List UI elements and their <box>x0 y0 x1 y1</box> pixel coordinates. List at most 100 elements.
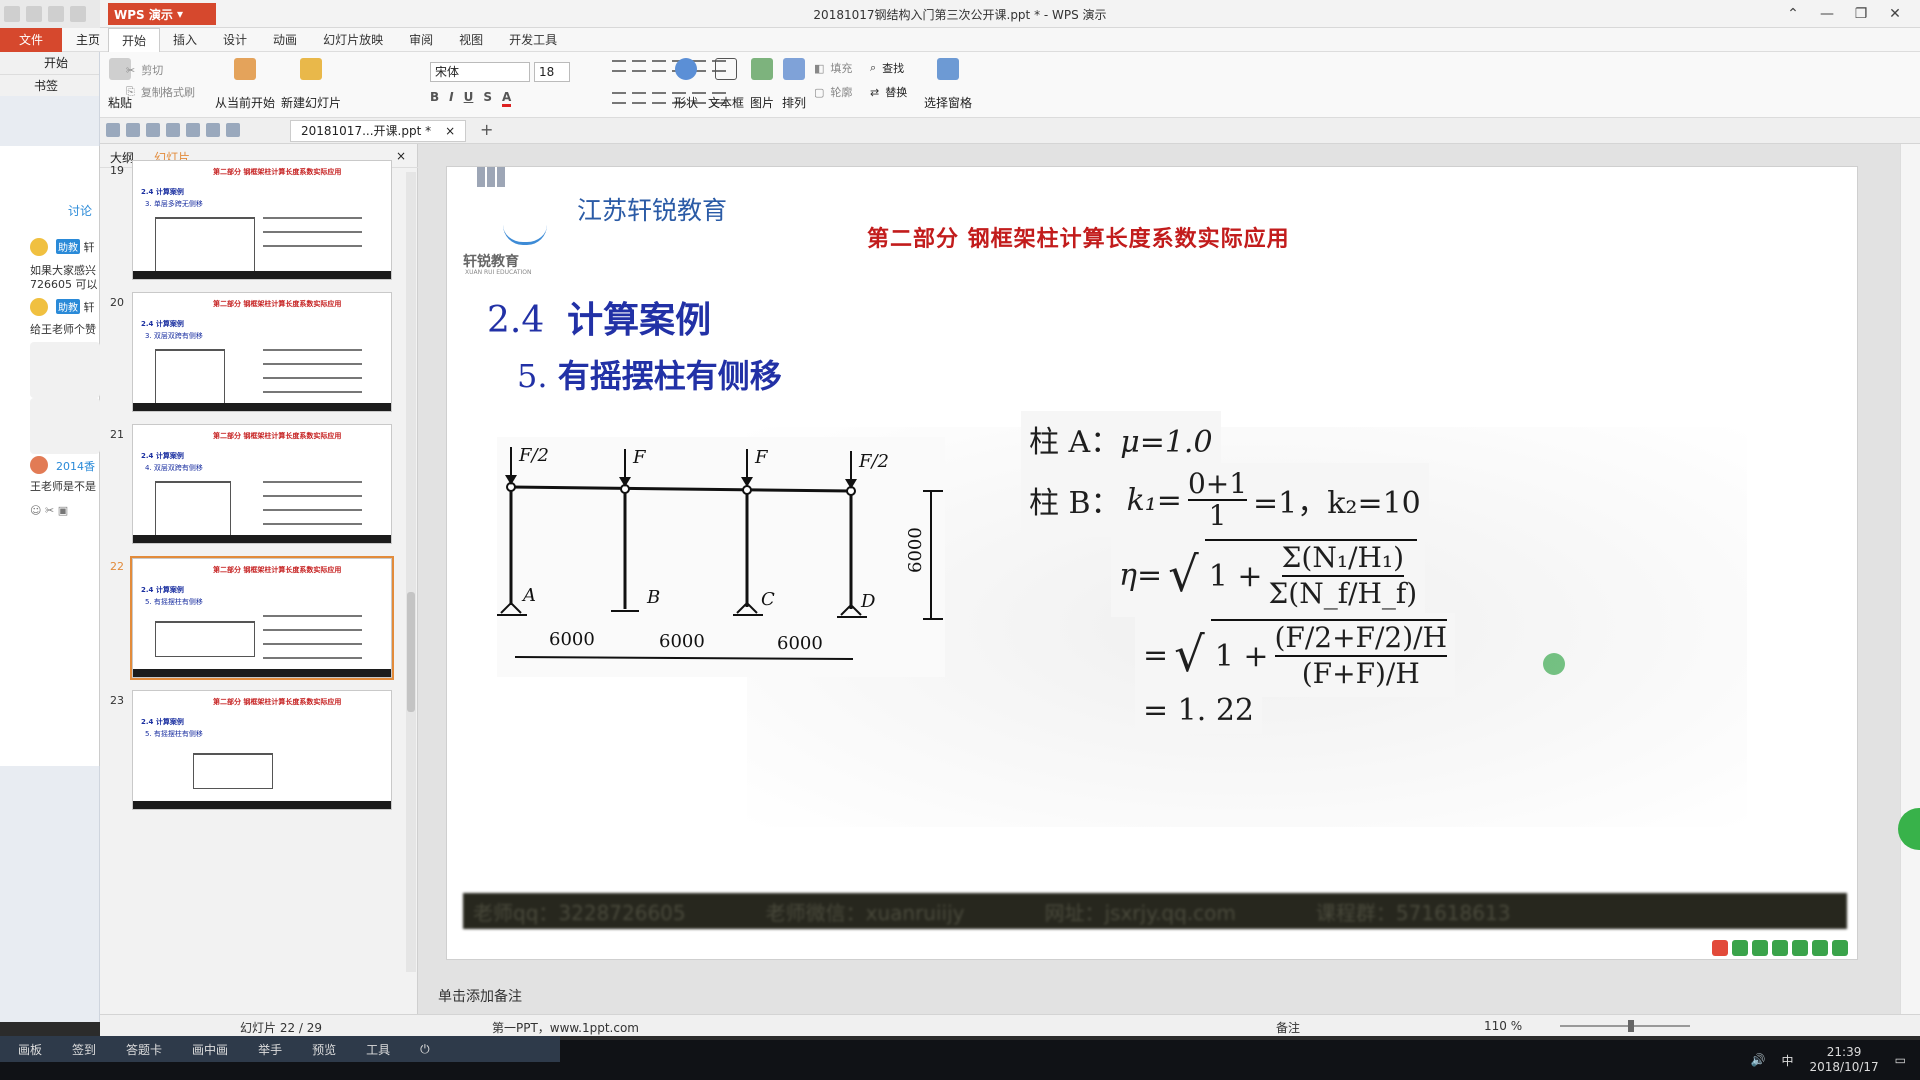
fill-label: 填充 <box>830 62 853 75</box>
thumbnail-subheading: 5. 有摇摆柱有侧移 <box>145 730 203 738</box>
outer-start-tab[interactable]: 开始 <box>0 52 99 74</box>
tab-design[interactable]: 设计 <box>210 28 260 52</box>
cut-button[interactable]: ✂ 剪切 <box>126 62 163 78</box>
notes-toggle[interactable]: 备注 <box>1276 1019 1300 1036</box>
menu-bar: 文件 主页 开始 插入 设计 动画 幻灯片放映 审阅 视图 开发工具 <box>0 28 1920 52</box>
new-slide-icon <box>300 58 322 80</box>
undo-icon[interactable] <box>206 123 220 137</box>
bullets-icon[interactable] <box>612 60 626 72</box>
image-icon[interactable]: ▣ <box>58 504 68 517</box>
slide-thumbnail[interactable]: 第二部分 钢框架柱计算长度系数实际应用 2.4 计算案例 4. 双层双跨有侧移 <box>132 424 392 544</box>
toolbar-raise-hand[interactable]: 举手 <box>258 1041 282 1058</box>
slide-thumbnail[interactable]: 第二部分 钢框架柱计算长度系数实际应用 2.4 计算案例 3. 双层双跨有侧移 <box>132 292 392 412</box>
tab-review[interactable]: 审阅 <box>396 28 446 52</box>
skin-icon[interactable] <box>1832 940 1848 956</box>
zoom-level[interactable]: 110 % <box>1484 1019 1522 1033</box>
replace-button[interactable]: ⇄ 替换 <box>870 84 907 100</box>
font-size-select[interactable]: 18 <box>534 62 570 82</box>
tab-start[interactable]: 开始 <box>108 28 161 52</box>
close-button[interactable]: ✕ <box>1878 0 1912 28</box>
notification-icon[interactable]: ▭ <box>1895 1053 1906 1067</box>
slide-counter: 幻灯片 22 / 29 <box>240 1021 323 1035</box>
print-icon[interactable] <box>166 123 180 137</box>
fill-button[interactable]: ◧ 填充 <box>814 60 852 76</box>
subsection-number: 5. <box>517 357 548 395</box>
punctuation-icon[interactable] <box>1772 940 1788 956</box>
tab-developer[interactable]: 开发工具 <box>496 28 570 52</box>
ime-mode-icon[interactable] <box>1732 940 1748 956</box>
notes-placeholder[interactable]: 单击添加备注 <box>438 986 522 1006</box>
close-tab-icon[interactable]: × <box>445 121 455 141</box>
restore-button[interactable]: ❐ <box>1844 0 1878 28</box>
bold-button[interactable]: B <box>430 90 439 107</box>
strikethrough-button[interactable]: S <box>483 90 492 107</box>
power-icon[interactable]: ⏻ <box>420 1042 430 1057</box>
scrollbar-thumb[interactable] <box>407 592 415 712</box>
open-icon[interactable] <box>106 123 120 137</box>
slide-canvas[interactable]: 轩锐教育 XUAN RUI EDUCATION 江苏轩锐教育 第二部分 钢框架柱… <box>446 166 1858 960</box>
toolbar-preview[interactable]: 预览 <box>312 1041 336 1058</box>
new-slide-button[interactable]: 新建幻灯片 <box>276 58 346 111</box>
new-tab-button[interactable]: + <box>480 120 493 139</box>
scissors-icon[interactable]: ✂ <box>45 504 54 517</box>
slide-thumbnail[interactable]: 第二部分 钢框架柱计算长度系数实际应用 2.4 计算案例 3. 单层多跨无侧移 <box>132 160 392 280</box>
redo-icon[interactable] <box>226 123 240 137</box>
clock[interactable]: 21:39 2018/10/17 <box>1809 1045 1878 1075</box>
thumbnail-scrollbar[interactable] <box>406 172 416 972</box>
logo-subtext: XUAN RUI EDUCATION <box>465 269 532 276</box>
load-label: F/2 <box>858 451 889 472</box>
toolbar-checkin[interactable]: 签到 <box>72 1041 96 1058</box>
format-painter-button[interactable]: 格式刷 <box>162 84 195 100</box>
font-name-select[interactable]: 宋体 <box>430 62 530 82</box>
find-button[interactable]: ⌕ 查找 <box>870 60 904 76</box>
outline-button[interactable]: ▢ 轮廓 <box>814 84 852 100</box>
thumbnail-number: 22 <box>110 560 124 573</box>
toolbar-tools[interactable]: 工具 <box>366 1041 390 1058</box>
print-preview-icon[interactable] <box>186 123 200 137</box>
italic-button[interactable]: I <box>449 90 453 107</box>
copy-button[interactable]: ⎘ 复制 <box>126 84 163 100</box>
microphone-icon[interactable] <box>1792 940 1808 956</box>
chat-message: 726605 可以 <box>30 278 98 291</box>
emoji-icon[interactable]: ☺ <box>30 504 41 517</box>
moon-icon[interactable] <box>1752 940 1768 956</box>
outer-bookmark-tab[interactable]: 书签 <box>0 74 99 96</box>
quick-access-icons <box>106 123 240 137</box>
save-icon[interactable] <box>126 123 140 137</box>
toolbar-answer-card[interactable]: 答题卡 <box>126 1041 162 1058</box>
close-panel-icon[interactable]: × <box>396 149 406 163</box>
volume-icon[interactable]: 🔊 <box>1751 1053 1766 1067</box>
document-tab[interactable]: 20181017...开课.ppt * × <box>290 120 467 142</box>
font-color-button[interactable]: A <box>502 90 512 107</box>
home-tab[interactable]: 主页 <box>68 28 108 52</box>
minimize-button[interactable]: — <box>1810 0 1844 28</box>
thumbnail-heading: 2.4 计算案例 <box>141 586 184 594</box>
align-center-icon[interactable] <box>632 92 646 104</box>
thumbnail-title: 第二部分 钢框架柱计算长度系数实际应用 <box>213 300 342 308</box>
align-left-icon[interactable] <box>612 92 626 104</box>
slide-thumbnail[interactable]: 第二部分 钢框架柱计算长度系数实际应用 2.4 计算案例 5. 有摇摆柱有侧移 <box>132 690 392 810</box>
slide-thumbnail-selected[interactable]: 第二部分 钢框架柱计算长度系数实际应用 2.4 计算案例 5. 有摇摆柱有侧移 <box>130 556 394 680</box>
zoom-slider[interactable] <box>1560 1020 1690 1032</box>
tab-insert[interactable]: 插入 <box>160 28 210 52</box>
discussion-tab[interactable]: 讨论 <box>68 202 92 219</box>
thumbnail-formulas <box>263 217 373 259</box>
underline-button[interactable]: U <box>464 90 474 107</box>
ime-indicator[interactable]: 中 <box>1781 1052 1793 1069</box>
zoom-slider-thumb[interactable] <box>1628 1020 1634 1032</box>
save-as-icon[interactable] <box>146 123 160 137</box>
tab-slideshow[interactable]: 幻灯片放映 <box>310 28 396 52</box>
sogou-icon[interactable] <box>1712 940 1728 956</box>
collapse-icon[interactable]: ⌃ <box>1776 0 1810 28</box>
tab-animation[interactable]: 动画 <box>260 28 310 52</box>
selection-pane-button[interactable]: 选择窗格 <box>918 58 978 111</box>
toolbar-picture-in-picture[interactable]: 画中画 <box>192 1041 228 1058</box>
frame-diagram[interactable]: F/2 F F F/2 A B C D 6000 6000 6000 6000 <box>497 437 945 677</box>
tab-view[interactable]: 视图 <box>446 28 496 52</box>
slide-edit-area: 轩锐教育 XUAN RUI EDUCATION 江苏轩锐教育 第二部分 钢框架柱… <box>418 144 1920 1014</box>
toolbar-drawing-board[interactable]: 画板 <box>18 1041 42 1058</box>
keyboard-icon[interactable] <box>1812 940 1828 956</box>
file-menu[interactable]: 文件 <box>0 28 62 52</box>
from-current-button[interactable]: 从当前开始 <box>210 58 280 111</box>
numbering-icon[interactable] <box>632 60 646 72</box>
